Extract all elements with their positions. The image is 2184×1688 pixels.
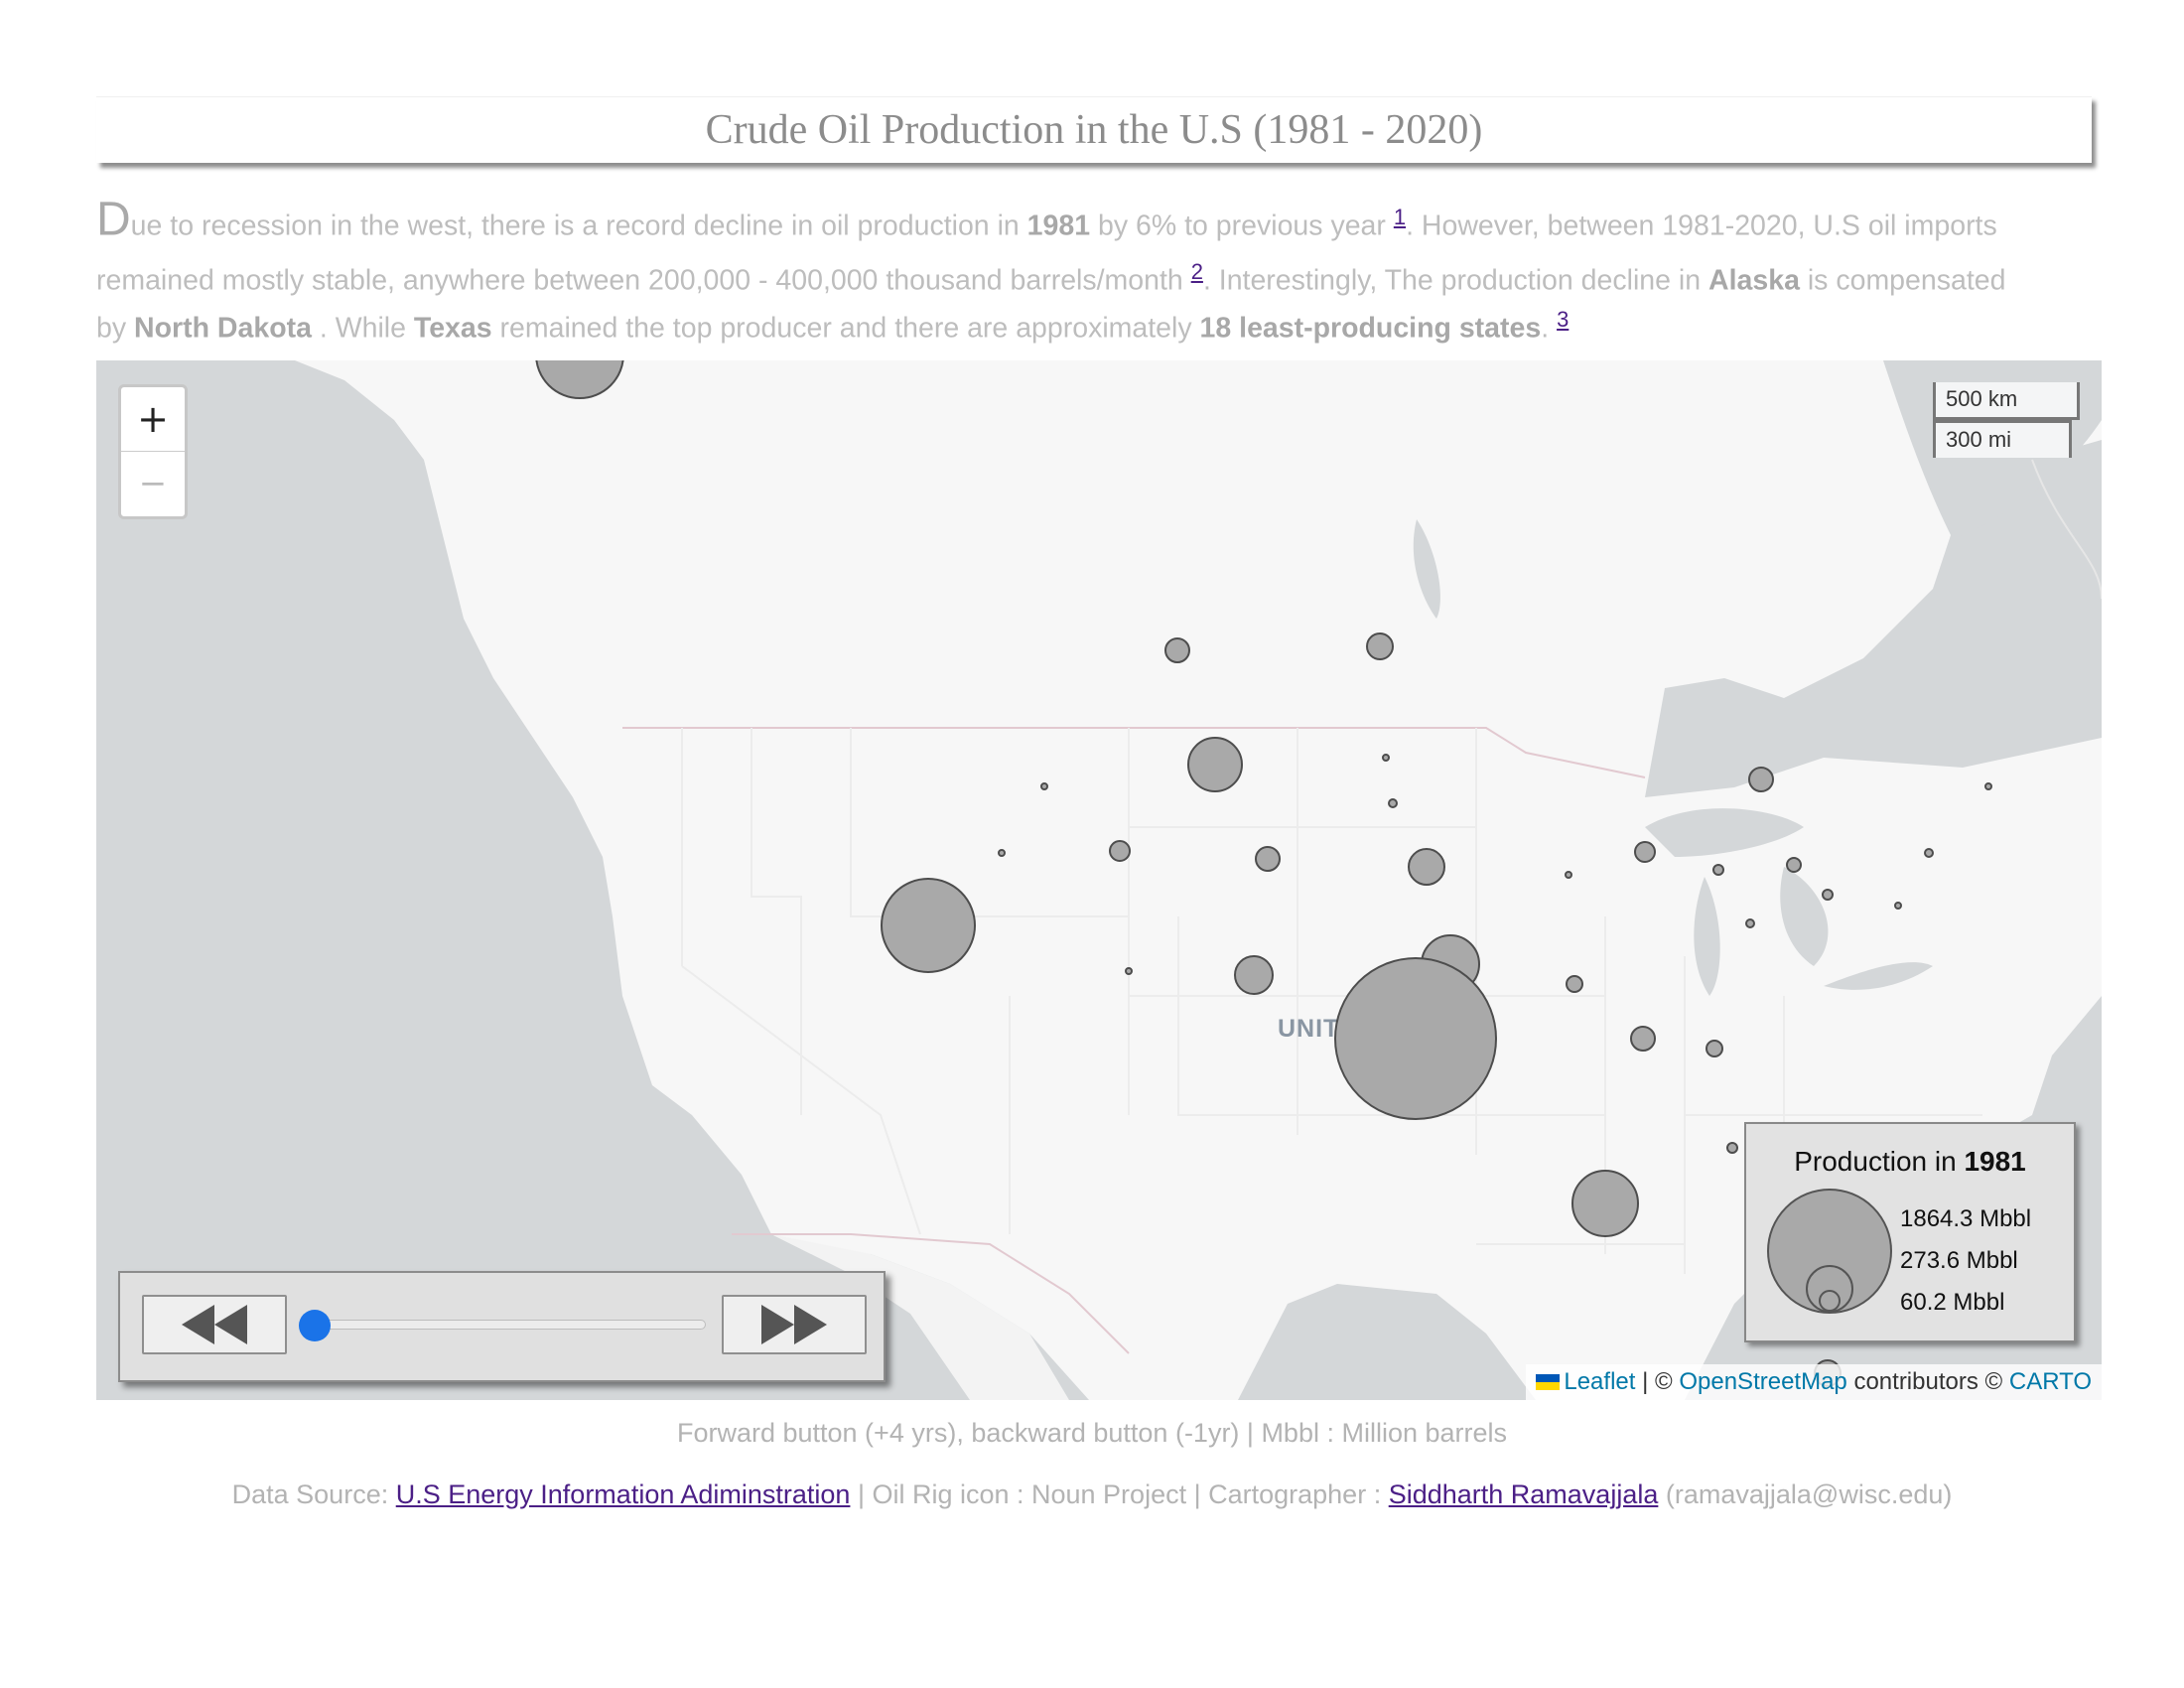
- production-symbol[interactable]: [1408, 848, 1445, 886]
- fast-forward-icon: [761, 1305, 827, 1344]
- production-symbol[interactable]: [1040, 782, 1048, 790]
- intro-text: remained mostly stable, anywhere between…: [96, 264, 1191, 296]
- production-symbol[interactable]: [1382, 754, 1390, 762]
- year-slider-track[interactable]: [309, 1320, 706, 1330]
- intro-text: remained the top producer and there are …: [491, 312, 1200, 345]
- production-symbol[interactable]: [1164, 637, 1190, 663]
- zoom-control: + −: [118, 384, 188, 519]
- sequence-control: [118, 1271, 886, 1382]
- intro-paragraph: Due to recession in the west, there is a…: [96, 195, 2102, 352]
- production-symbol[interactable]: [1388, 798, 1398, 808]
- footnote-link-1[interactable]: 1: [1394, 205, 1406, 229]
- zoom-in-button[interactable]: +: [121, 387, 185, 452]
- production-symbol[interactable]: [1109, 840, 1131, 862]
- production-symbol[interactable]: [1566, 975, 1583, 993]
- production-symbol[interactable]: [1706, 1040, 1723, 1057]
- production-symbol[interactable]: [1634, 841, 1656, 863]
- production-symbol[interactable]: [1748, 767, 1774, 792]
- year-slider-thumb[interactable]: [299, 1310, 331, 1341]
- step-back-button[interactable]: [142, 1295, 287, 1354]
- intro-bold-alaska: Alaska: [1708, 264, 1800, 296]
- intro-bold-least-states: 18 least-producing states: [1199, 312, 1542, 345]
- legend-panel: Production in 1981 1864.3 Mbbl 273.6 Mbb…: [1744, 1122, 2076, 1342]
- footnote-link-2[interactable]: 2: [1191, 259, 1203, 284]
- production-symbol[interactable]: [535, 360, 624, 399]
- step-forward-button[interactable]: [722, 1295, 867, 1354]
- osm-link[interactable]: OpenStreetMap: [1679, 1368, 1846, 1395]
- intro-text: .: [1541, 312, 1558, 345]
- cartographer-link[interactable]: Siddharth Ramavajjala: [1389, 1479, 1659, 1509]
- leaflet-link[interactable]: Leaflet: [1564, 1368, 1635, 1395]
- intro-bold-north-dakota: North Dakota: [134, 312, 312, 345]
- intro-line-2: remained mostly stable, anywhere between…: [96, 249, 2102, 304]
- legend-value-large: 1864.3 Mbbl: [1900, 1205, 2032, 1232]
- carto-link[interactable]: CARTO: [2009, 1368, 2092, 1395]
- intro-text: . However, between 1981-2020, U.S oil im…: [1406, 210, 1997, 242]
- ukraine-flag-icon: [1536, 1374, 1561, 1390]
- intro-text: by 6% to previous year: [1090, 210, 1394, 242]
- source-middle-text: | Oil Rig icon : Noun Project | Cartogra…: [850, 1479, 1389, 1509]
- production-symbol[interactable]: [1334, 957, 1497, 1120]
- map-caption: Forward button (+4 yrs), backward button…: [676, 1418, 1508, 1448]
- production-symbol[interactable]: [1712, 864, 1724, 876]
- attribution-text: contributors ©: [1846, 1368, 2009, 1395]
- legend-circle-small: [1819, 1290, 1841, 1312]
- scale-mi: 300 mi: [1933, 420, 2072, 458]
- production-symbol[interactable]: [1571, 1170, 1639, 1237]
- footnote-link-3[interactable]: 3: [1557, 307, 1569, 332]
- intro-dropcap: D: [96, 193, 131, 246]
- intro-text: is compensated: [1799, 264, 2006, 296]
- eia-link[interactable]: U.S Energy Information Adiminstration: [396, 1479, 851, 1509]
- zoom-out-button[interactable]: −: [121, 452, 185, 515]
- intro-bold-texas: Texas: [413, 312, 492, 345]
- map-container[interactable]: UNITED STATES + − 500 km 300 mi Producti…: [96, 360, 2102, 1400]
- intro-text: . While: [311, 312, 414, 345]
- production-symbol[interactable]: [1125, 967, 1133, 975]
- production-symbol[interactable]: [1924, 848, 1934, 858]
- production-symbol[interactable]: [881, 878, 976, 973]
- intro-text: ue to recession in the west, there is a …: [130, 210, 1027, 242]
- production-symbol[interactable]: [1630, 1026, 1656, 1052]
- data-source-line: Data Source: U.S Energy Information Adim…: [0, 1479, 2184, 1510]
- attribution-text: | ©: [1635, 1368, 1680, 1395]
- page-title: Crude Oil Production in the U.S (1981 - …: [705, 107, 1483, 153]
- title-banner: Crude Oil Production in the U.S (1981 - …: [96, 96, 2092, 163]
- intro-line-1: Due to recession in the west, there is a…: [96, 195, 2102, 249]
- legend-value-medium: 273.6 Mbbl: [1900, 1247, 2018, 1274]
- production-symbol[interactable]: [998, 849, 1006, 857]
- rewind-icon: [182, 1305, 247, 1344]
- production-symbol[interactable]: [1234, 955, 1274, 995]
- intro-text: . Interestingly, The production decline …: [1202, 264, 1709, 296]
- intro-line-3: by North Dakota . While Texas remained t…: [96, 297, 2102, 352]
- production-symbol[interactable]: [1565, 871, 1572, 879]
- production-symbol[interactable]: [1786, 857, 1802, 873]
- legend-value-small: 60.2 Mbbl: [1900, 1289, 2005, 1316]
- production-symbol[interactable]: [1984, 782, 1992, 790]
- production-symbol[interactable]: [1187, 737, 1243, 792]
- production-symbol[interactable]: [1745, 918, 1755, 928]
- production-symbol[interactable]: [1366, 633, 1394, 660]
- production-symbol[interactable]: [1726, 1142, 1738, 1154]
- intro-bold-year: 1981: [1026, 210, 1091, 242]
- intro-text: by: [96, 312, 135, 345]
- production-symbol[interactable]: [1894, 902, 1902, 910]
- source-prefix: Data Source:: [231, 1479, 396, 1509]
- map-attribution: Leaflet | © OpenStreetMap contributors ©…: [1526, 1364, 2102, 1400]
- production-symbol[interactable]: [1255, 846, 1281, 872]
- production-symbol[interactable]: [1822, 889, 1834, 901]
- cartographer-email: (ramavajjala@wisc.edu): [1658, 1479, 1953, 1509]
- scale-km: 500 km: [1933, 382, 2080, 420]
- scale-bar: 500 km 300 mi: [1933, 382, 2080, 458]
